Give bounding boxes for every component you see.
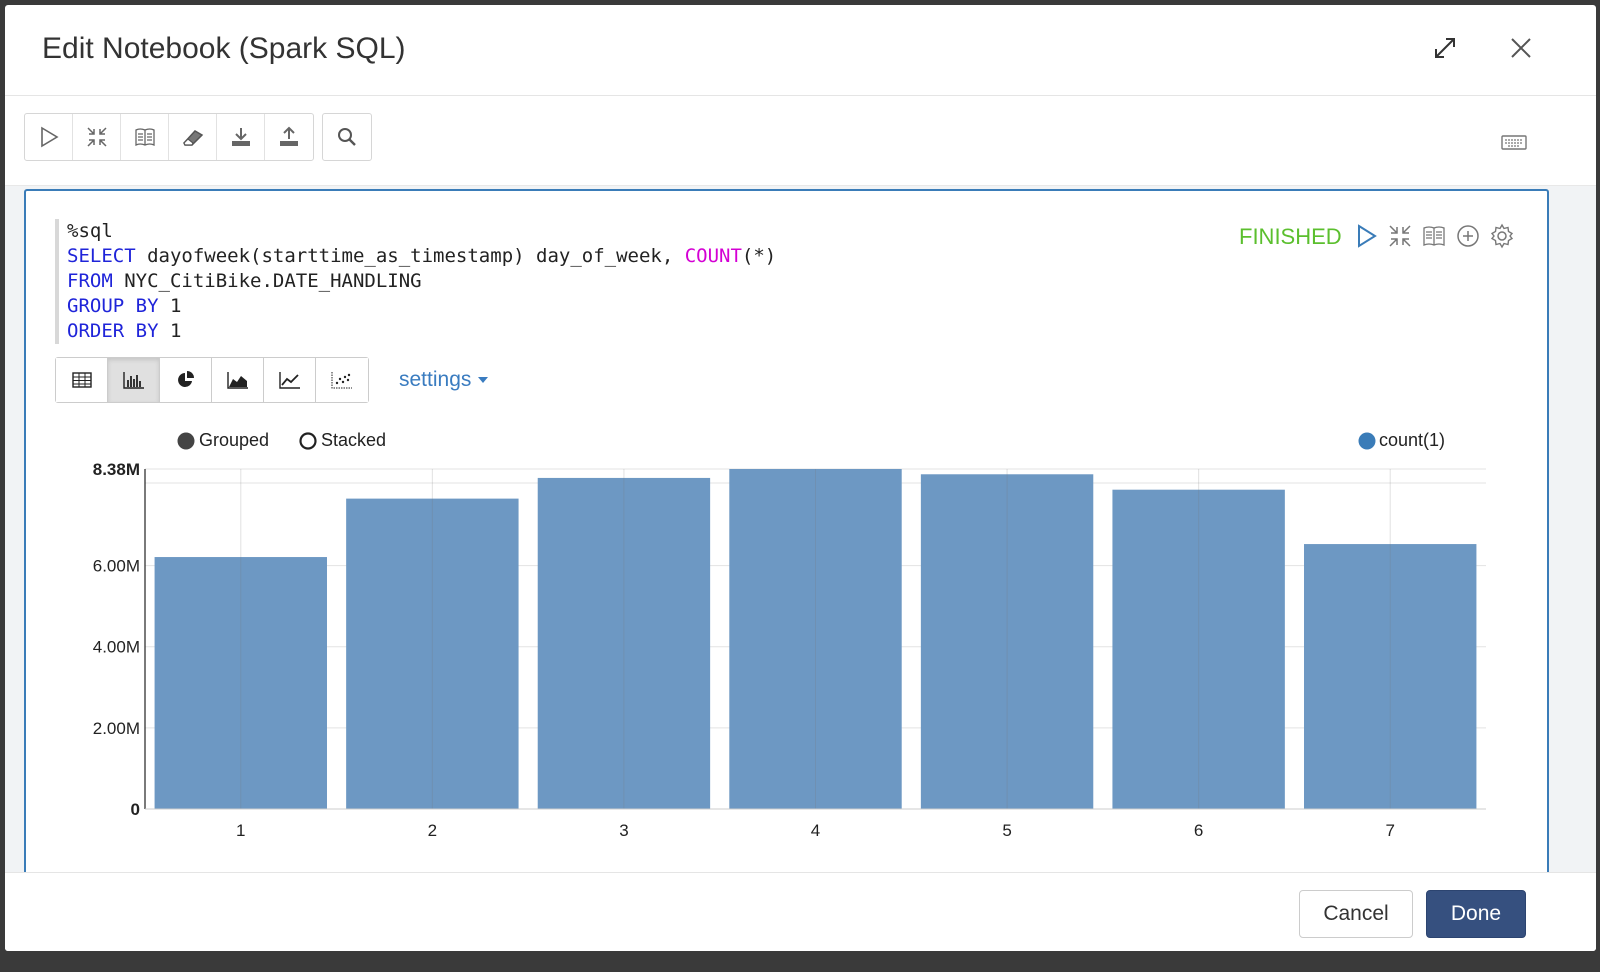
code-keyword-group-by: GROUP BY: [67, 295, 159, 317]
search-button[interactable]: [323, 114, 371, 160]
x-tick-label: 6: [1194, 821, 1203, 840]
code-from-rest: NYC_CitiBike.DATE_HANDLING: [112, 270, 422, 292]
eraser-icon: [182, 130, 203, 146]
download-icon: [231, 128, 250, 146]
code-line-interpreter: %sql: [67, 220, 113, 242]
y-tick-label: 0: [131, 800, 140, 819]
settings-dropdown[interactable]: settings: [399, 368, 489, 392]
expand-icon[interactable]: [1432, 35, 1458, 61]
play-icon: [40, 126, 59, 148]
y-tick-label: 4.00M: [93, 638, 140, 657]
scatter-chart-button[interactable]: [316, 358, 368, 402]
status-badge: FINISHED: [1239, 224, 1342, 249]
x-tick-label: 1: [236, 821, 245, 840]
dialog-header: Edit Notebook (Spark SQL): [5, 5, 1596, 96]
x-tick-label: 4: [811, 821, 820, 840]
book-icon: [134, 128, 155, 147]
hide-output-button[interactable]: [121, 114, 169, 160]
gear-icon[interactable]: [1489, 223, 1515, 249]
code-keyword-select: SELECT: [67, 245, 136, 267]
bar-chart-button[interactable]: [108, 358, 160, 402]
dialog-footer: Cancel Done: [5, 872, 1596, 951]
done-button[interactable]: Done: [1426, 890, 1526, 938]
edit-notebook-dialog: Edit Notebook (Spark SQL) %sql SELECT da…: [5, 5, 1596, 951]
code-group-rest: 1: [158, 295, 182, 317]
hide-code-button[interactable]: [73, 114, 121, 160]
notebook-content: %sql SELECT dayofweek(starttime_as_times…: [5, 186, 1596, 913]
code-count-fn: COUNT: [684, 245, 742, 267]
table-view-button[interactable]: [56, 358, 108, 402]
run-all-button[interactable]: [25, 114, 73, 160]
keyboard-icon[interactable]: [1501, 133, 1527, 151]
hide-output-icon[interactable]: [1421, 223, 1447, 249]
notebook-toolbar: [5, 96, 1596, 186]
notebook-actions-group: [24, 113, 314, 161]
x-tick-label: 2: [428, 821, 437, 840]
code-keyword-order-by: ORDER BY: [67, 320, 159, 342]
dialog-title: Edit Notebook (Spark SQL): [42, 32, 406, 65]
bar-chart: 0 2.00M 4.00M 6.00M 8.38M 1 2 3 4 5 6 7: [93, 460, 1486, 840]
upload-icon: [280, 126, 298, 146]
x-tick-label: 7: [1385, 821, 1394, 840]
close-icon[interactable]: [1508, 35, 1534, 61]
run-paragraph-icon[interactable]: [1353, 223, 1379, 249]
hide-editor-icon[interactable]: [1387, 223, 1413, 249]
export-button[interactable]: [217, 114, 265, 160]
clear-output-button[interactable]: [169, 114, 217, 160]
caret-down-icon: [478, 377, 489, 384]
table-icon: [71, 372, 92, 388]
bar-chart-icon: [122, 372, 144, 389]
y-tick-label: 8.38M: [93, 460, 140, 479]
visualization-selector: [55, 357, 369, 403]
code-order-rest: 1: [158, 320, 182, 342]
paragraph-cell: %sql SELECT dayofweek(starttime_as_times…: [24, 189, 1549, 913]
pie-chart-icon: [177, 371, 194, 387]
x-tick-label: 3: [619, 821, 628, 840]
code-select-rest: dayofweek(starttime_as_timestamp) day_of…: [135, 245, 685, 267]
scatter-chart-icon: [331, 372, 352, 389]
search-icon: [338, 128, 356, 146]
area-chart-icon: [226, 372, 248, 389]
code-editor[interactable]: %sql SELECT dayofweek(starttime_as_times…: [55, 219, 776, 344]
y-tick-label: 2.00M: [93, 719, 140, 738]
code-count-args: (*): [741, 245, 777, 267]
pie-chart-button[interactable]: [160, 358, 212, 402]
add-paragraph-icon[interactable]: [1455, 223, 1481, 249]
cancel-button[interactable]: Cancel: [1299, 890, 1413, 938]
line-chart-button[interactable]: [264, 358, 316, 402]
settings-label: settings: [399, 368, 472, 391]
area-chart-button[interactable]: [212, 358, 264, 402]
code-keyword-from: FROM: [67, 270, 113, 292]
y-tick-label: 6.00M: [93, 557, 140, 576]
x-tick-label: 5: [1002, 821, 1011, 840]
collapse-icon: [86, 127, 107, 147]
search-group: [322, 113, 372, 161]
import-button[interactable]: [265, 114, 313, 160]
line-chart-icon: [278, 372, 300, 389]
